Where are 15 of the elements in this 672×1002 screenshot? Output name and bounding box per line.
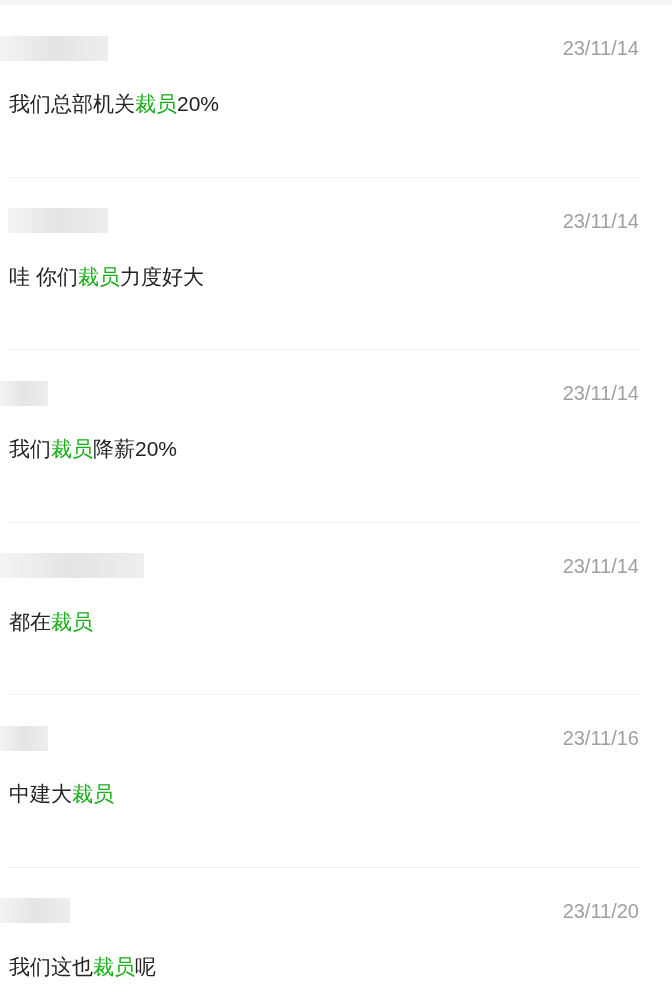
blurred-name-block	[0, 898, 70, 924]
comment-text: 都在裁员	[9, 608, 94, 635]
comment-text: 我们这也裁员呢	[9, 953, 157, 980]
comment-text: 哇 你们裁员力度好大	[9, 263, 205, 290]
blurred-name-block	[0, 380, 48, 406]
comment-text: 中建大裁员	[9, 781, 115, 808]
comment-date: 23/11/14	[562, 381, 639, 407]
comment-text: 我们总部机关裁员20%	[9, 91, 221, 117]
comment-text: 我们裁员降薪20%	[9, 436, 179, 463]
comment-date: 23/11/16	[562, 726, 639, 752]
comment-date: 23/11/14	[562, 553, 639, 579]
blurred-name-block	[0, 725, 48, 751]
comment-date: 23/11/14	[562, 36, 639, 61]
comment-date: 23/11/14	[562, 208, 639, 234]
comment-date: 23/11/20	[562, 898, 639, 924]
